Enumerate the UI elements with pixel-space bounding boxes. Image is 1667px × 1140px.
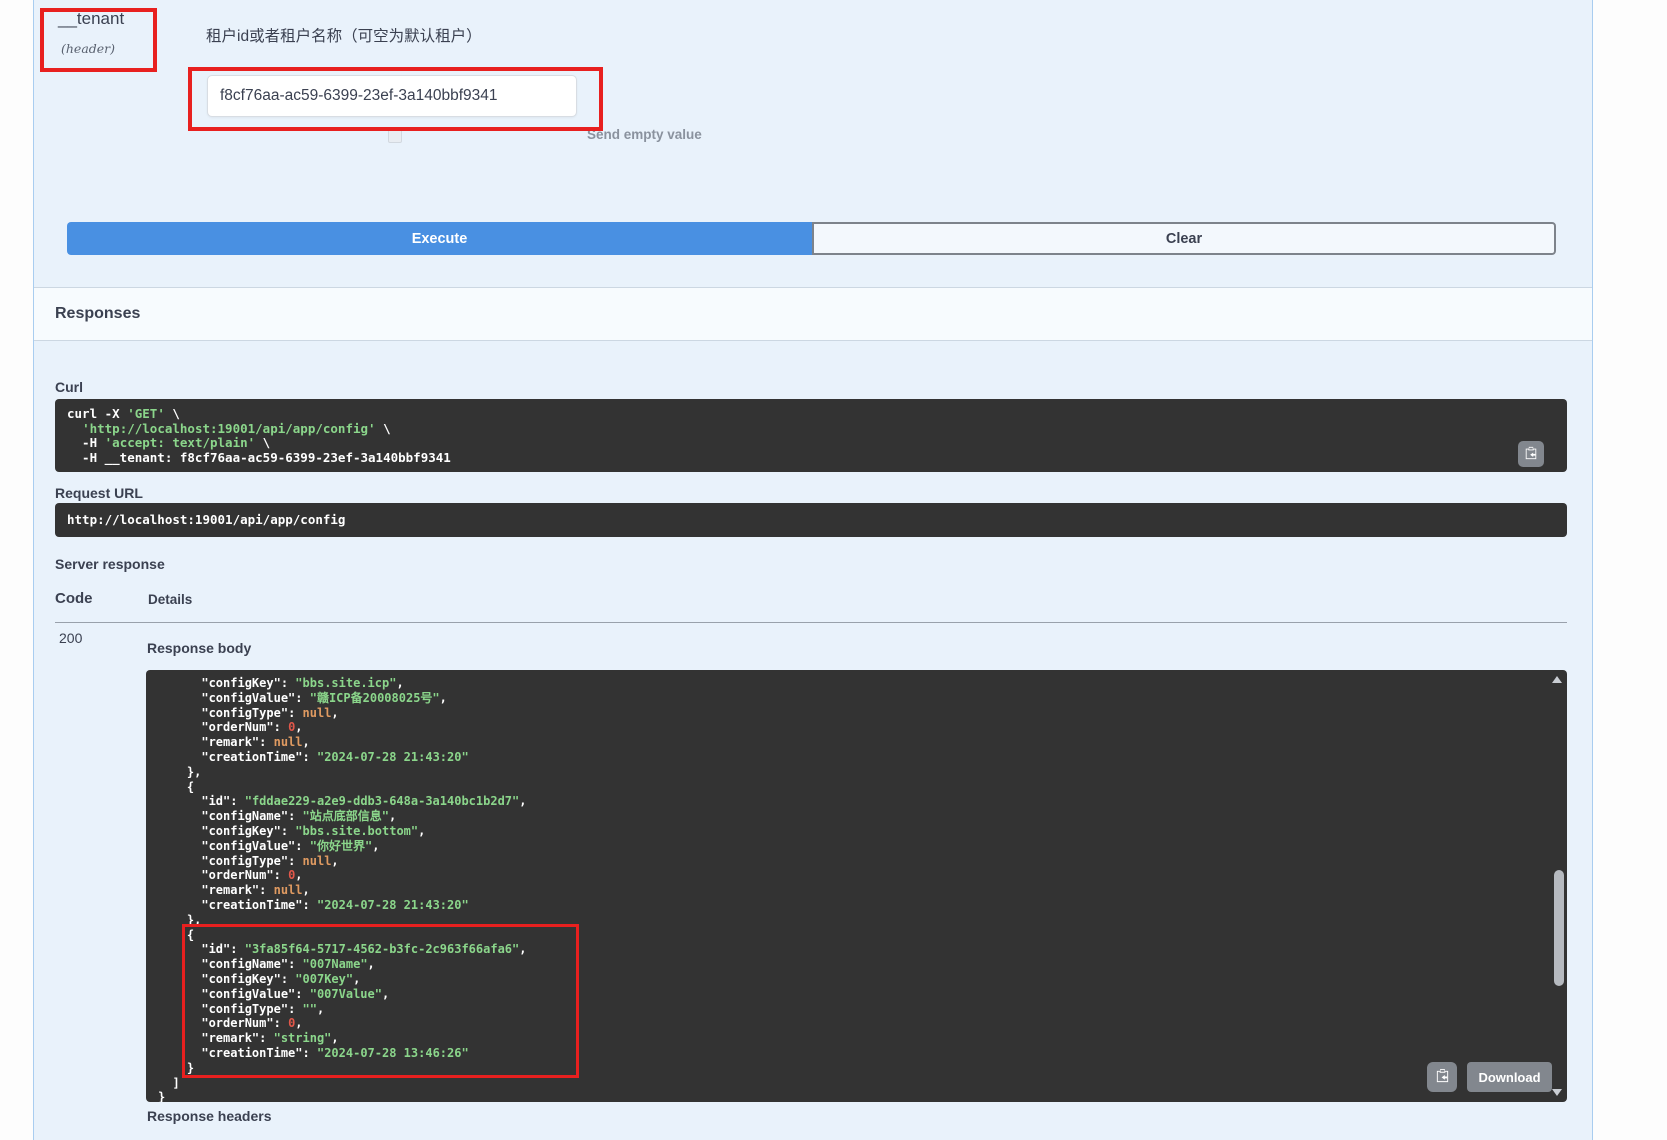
execute-button[interactable]: Execute xyxy=(67,222,812,255)
response-body-label: Response body xyxy=(147,640,251,656)
clear-button[interactable]: Clear xyxy=(812,222,1556,255)
status-code: 200 xyxy=(59,630,82,646)
scrollbar-up-arrow-icon[interactable] xyxy=(1552,676,1562,683)
copy-to-clipboard-icon xyxy=(1524,446,1538,463)
request-url-code: http://localhost:19001/api/app/config xyxy=(55,503,1567,536)
response-body-block: "configKey": "bbs.site.icp", "configValu… xyxy=(146,670,1567,1102)
responses-section-header xyxy=(34,287,1592,341)
scrollbar-thumb[interactable] xyxy=(1554,870,1564,986)
swagger-page: __tenant (header) 租户id或者租户名称（可空为默认租户） Se… xyxy=(0,0,1667,1140)
details-column-header: Details xyxy=(148,592,192,607)
copy-to-clipboard-icon xyxy=(1435,1068,1450,1086)
code-column-header: Code xyxy=(55,590,93,607)
curl-copy-button[interactable] xyxy=(1518,441,1544,467)
parameter-location: (header) xyxy=(61,41,115,56)
responses-title: Responses xyxy=(55,305,140,323)
curl-label: Curl xyxy=(55,379,83,395)
response-table-divider xyxy=(55,622,1567,623)
parameter-description: 租户id或者租户名称（可空为默认租户） xyxy=(206,24,482,46)
parameter-name: __tenant xyxy=(58,9,124,29)
response-body-code: "configKey": "bbs.site.icp", "configValu… xyxy=(146,670,1567,1102)
response-headers-label: Response headers xyxy=(147,1108,272,1124)
server-response-label: Server response xyxy=(55,556,165,572)
api-operation-block: __tenant (header) 租户id或者租户名称（可空为默认租户） Se… xyxy=(33,0,1593,1140)
download-button[interactable]: Download xyxy=(1467,1062,1552,1092)
send-empty-value-label: Send empty value xyxy=(587,127,702,142)
tenant-input[interactable] xyxy=(207,75,577,117)
scrollbar-down-arrow-icon[interactable] xyxy=(1552,1089,1562,1096)
response-copy-button[interactable] xyxy=(1427,1062,1457,1092)
send-empty-value-checkbox[interactable] xyxy=(388,129,402,143)
curl-command-code: curl -X 'GET' \ 'http://localhost:19001/… xyxy=(55,399,1567,474)
request-url-label: Request URL xyxy=(55,485,143,501)
curl-code-block: curl -X 'GET' \ 'http://localhost:19001/… xyxy=(55,399,1567,472)
request-url-block: http://localhost:19001/api/app/config xyxy=(55,503,1567,537)
